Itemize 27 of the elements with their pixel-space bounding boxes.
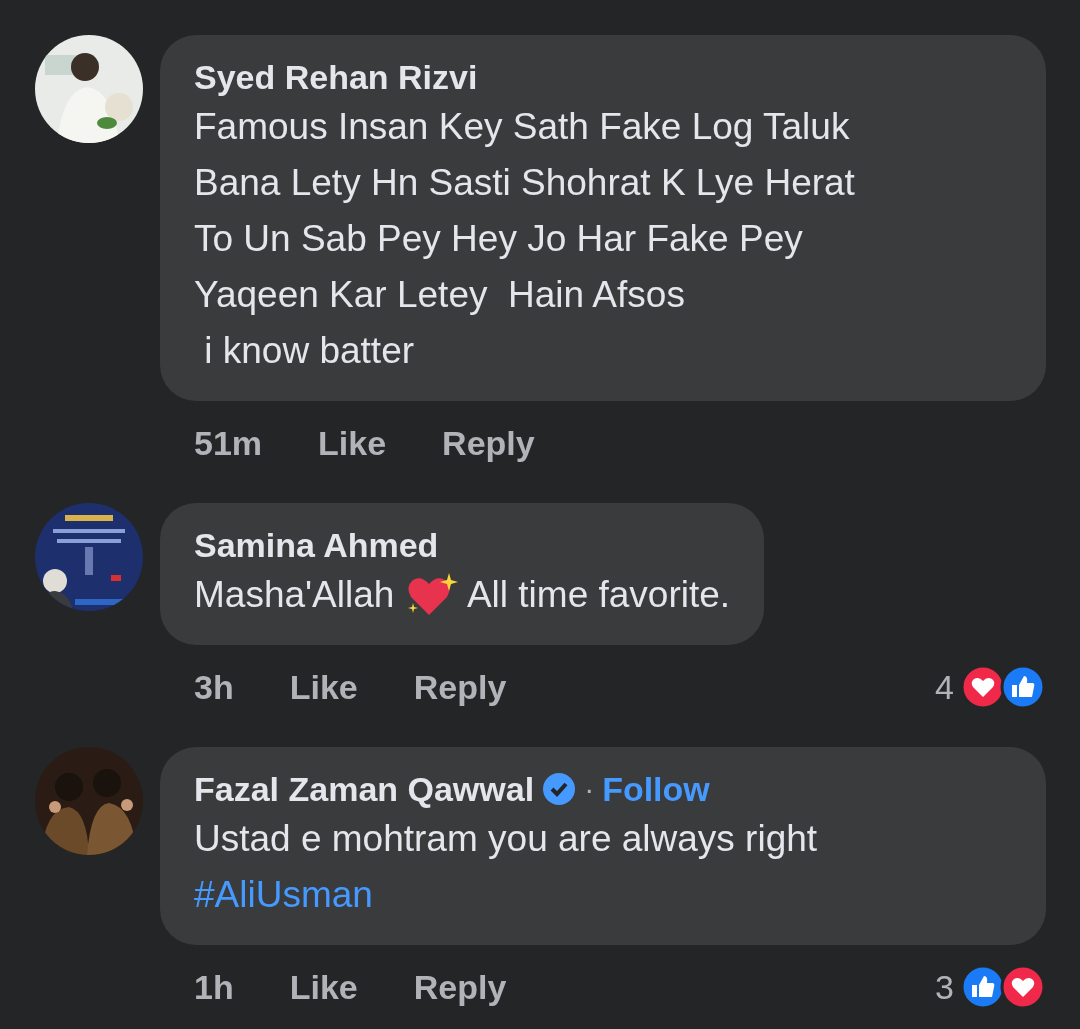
- reaction-count: 3: [935, 967, 954, 1007]
- author-name[interactable]: Syed Rehan Rizvi: [194, 57, 478, 97]
- author-name[interactable]: Samina Ahmed: [194, 525, 439, 565]
- comment-text: Masha'Allah: [194, 573, 396, 617]
- reply-button[interactable]: Reply: [442, 423, 535, 463]
- comment-time: 51m: [194, 423, 263, 463]
- follow-link[interactable]: Follow: [602, 769, 710, 809]
- hashtag-link[interactable]: #AliUsman: [194, 867, 373, 923]
- comment-text: All time favorite.: [465, 573, 731, 617]
- like-button[interactable]: Like: [318, 423, 387, 463]
- comment-text: To Un Sab Pey Hey Jo Har Fake Pey: [194, 217, 803, 261]
- reaction-count: 4: [935, 667, 954, 707]
- separator-dot: ·: [584, 772, 595, 806]
- reply-button[interactable]: Reply: [413, 967, 507, 1007]
- thumbs-up-reaction-icon: [1000, 664, 1046, 710]
- comment-text: Ustad e mohtram you are always right: [194, 817, 818, 861]
- comment-time: 3h: [194, 667, 234, 707]
- comment-text: Famous Insan Key Sath Fake Log Taluk: [194, 105, 850, 149]
- comment-time: 1h: [194, 967, 234, 1007]
- like-button[interactable]: Like: [289, 967, 358, 1007]
- reply-button[interactable]: Reply: [413, 667, 507, 707]
- heart-reaction-icon: [1000, 964, 1046, 1010]
- comment-text: i know batter: [203, 329, 415, 373]
- comment-text: Bana Lety Hn Sasti Shohrat K Lye Herat: [194, 161, 855, 205]
- like-button[interactable]: Like: [289, 667, 358, 707]
- author-name[interactable]: Fazal Zaman Qawwal: [194, 769, 535, 809]
- comment-text: Yaqeen Kar Letey Hain Afsos: [194, 273, 685, 317]
